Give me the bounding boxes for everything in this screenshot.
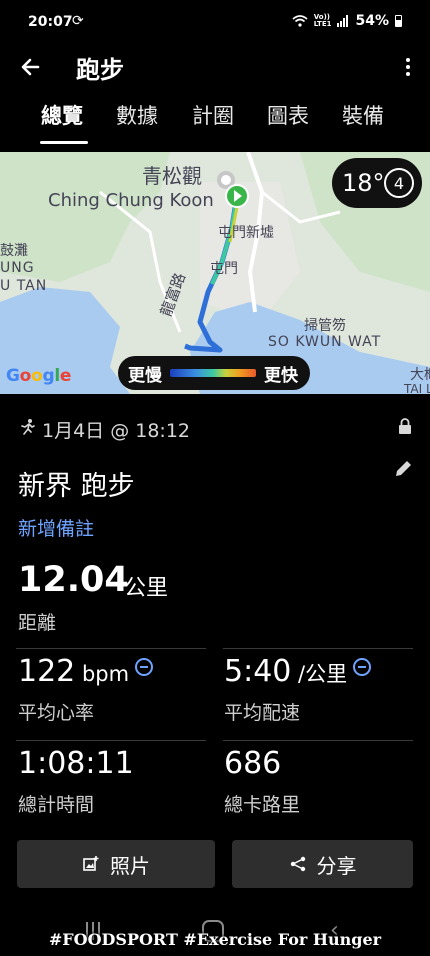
map-label: TAI LA xyxy=(404,382,430,394)
status-icons: Vo)) LTE1 54% xyxy=(292,13,402,29)
active-tab-indicator xyxy=(40,141,88,144)
add-note-link[interactable]: 新增備註 xyxy=(18,514,94,541)
divider xyxy=(223,648,413,649)
tab-overview[interactable]: 總覽 xyxy=(41,100,83,142)
map-label: 掃管笏 xyxy=(304,318,346,334)
battery-icon xyxy=(395,15,402,27)
stat-total-time: 1:08:11 總計時間 xyxy=(18,746,208,816)
pace-info-icon[interactable] xyxy=(353,658,372,676)
activity-meta: 1月4日 @ 18:12 xyxy=(18,414,418,442)
heart-rate-info-icon[interactable] xyxy=(135,658,154,676)
status-bar: 20:07 ⟳ Vo)) LTE1 54% xyxy=(0,0,430,44)
divider xyxy=(16,740,206,741)
stat-label: 平均配速 xyxy=(224,702,301,724)
photos-button[interactable]: 照片 xyxy=(17,840,215,888)
back-arrow-icon[interactable] xyxy=(16,52,46,82)
map-label: 鼓灘 xyxy=(0,243,28,259)
running-icon xyxy=(21,419,35,435)
stat-total-calories: 686 總卡路里 xyxy=(224,746,414,816)
share-button-label: 分享 xyxy=(316,853,357,878)
divider xyxy=(16,648,206,649)
pace-legend: 更慢 更快 xyxy=(118,356,310,390)
pace-faster-label: 更快 xyxy=(264,365,298,386)
stat-value: 5:40 xyxy=(224,654,292,689)
activity-date: 1月4日 @ 18:12 xyxy=(42,420,191,442)
stat-avg-heart-rate: 122 bpm 平均心率 xyxy=(18,654,208,724)
map-label: 屯門新墟 xyxy=(218,225,274,241)
stat-value: 1:08:11 xyxy=(18,746,134,781)
network-type: Vo)) LTE1 xyxy=(314,14,332,28)
map-label: 青松觀 xyxy=(142,164,202,188)
map-label: U TAN xyxy=(0,278,48,294)
wifi-icon xyxy=(292,15,308,27)
map-label: 大槪 xyxy=(410,367,430,383)
app-bar: 跑步 xyxy=(0,44,430,90)
stat-avg-pace: 5:40 /公里 平均配速 xyxy=(224,654,414,724)
signal-icon xyxy=(337,15,349,27)
stat-label: 總卡路里 xyxy=(224,794,301,816)
route-map[interactable]: 青松觀 Ching Chung Koon 屯門新墟 屯門 龍富路 掃管笏 SO … xyxy=(0,152,430,394)
share-icon xyxy=(290,856,305,872)
battery-percent: 54% xyxy=(355,13,389,29)
tab-charts[interactable]: 圖表 xyxy=(267,100,309,142)
google-logo: Google xyxy=(6,366,72,386)
more-options-icon[interactable] xyxy=(400,52,416,82)
start-marker-icon xyxy=(225,184,249,208)
tab-data[interactable]: 數據 xyxy=(116,100,158,142)
stat-label: 總計時間 xyxy=(18,794,95,816)
watermark-text: #FOODSPORT #Exercise For Hunger xyxy=(48,930,382,949)
activity-title: 新界 跑步 xyxy=(18,471,135,502)
weather-icon: 4 xyxy=(384,168,414,198)
edit-pencil-icon[interactable] xyxy=(392,458,414,480)
stat-label: 平均心率 xyxy=(18,702,95,724)
divider xyxy=(223,740,413,741)
lock-icon[interactable] xyxy=(398,418,412,434)
tab-gear[interactable]: 裝備 xyxy=(342,100,384,142)
sync-icon: ⟳ xyxy=(72,13,84,29)
clock: 20:07 xyxy=(28,14,73,30)
temperature: 18° xyxy=(342,169,385,197)
pace-slower-label: 更慢 xyxy=(128,365,162,386)
weather-badge: 18° 4 xyxy=(332,158,422,208)
stat-unit: bpm xyxy=(75,662,130,686)
stat-unit: /公里 xyxy=(291,662,348,686)
map-label: 屯門 xyxy=(210,261,238,277)
tab-laps[interactable]: 計圈 xyxy=(192,100,234,142)
stat-value: 122 xyxy=(18,654,76,689)
map-label: UNG xyxy=(0,260,35,276)
network-label-bottom: LTE1 xyxy=(313,20,332,28)
stat-value: 686 xyxy=(224,746,282,781)
distance-value: 12.04 xyxy=(18,560,129,600)
add-photo-icon xyxy=(83,856,99,871)
page-title: 跑步 xyxy=(76,56,124,84)
distance-unit: 公里 xyxy=(124,576,169,601)
tab-bar: 總覽 數據 計圈 圖表 裝備 xyxy=(0,100,430,146)
pace-gradient-bar xyxy=(170,369,256,377)
photos-button-label: 照片 xyxy=(110,853,150,878)
distance-label: 距離 xyxy=(18,612,57,634)
map-label: SO KWUN WAT xyxy=(268,334,382,350)
share-button[interactable]: 分享 xyxy=(232,840,413,888)
map-label: Ching Chung Koon xyxy=(48,190,214,211)
